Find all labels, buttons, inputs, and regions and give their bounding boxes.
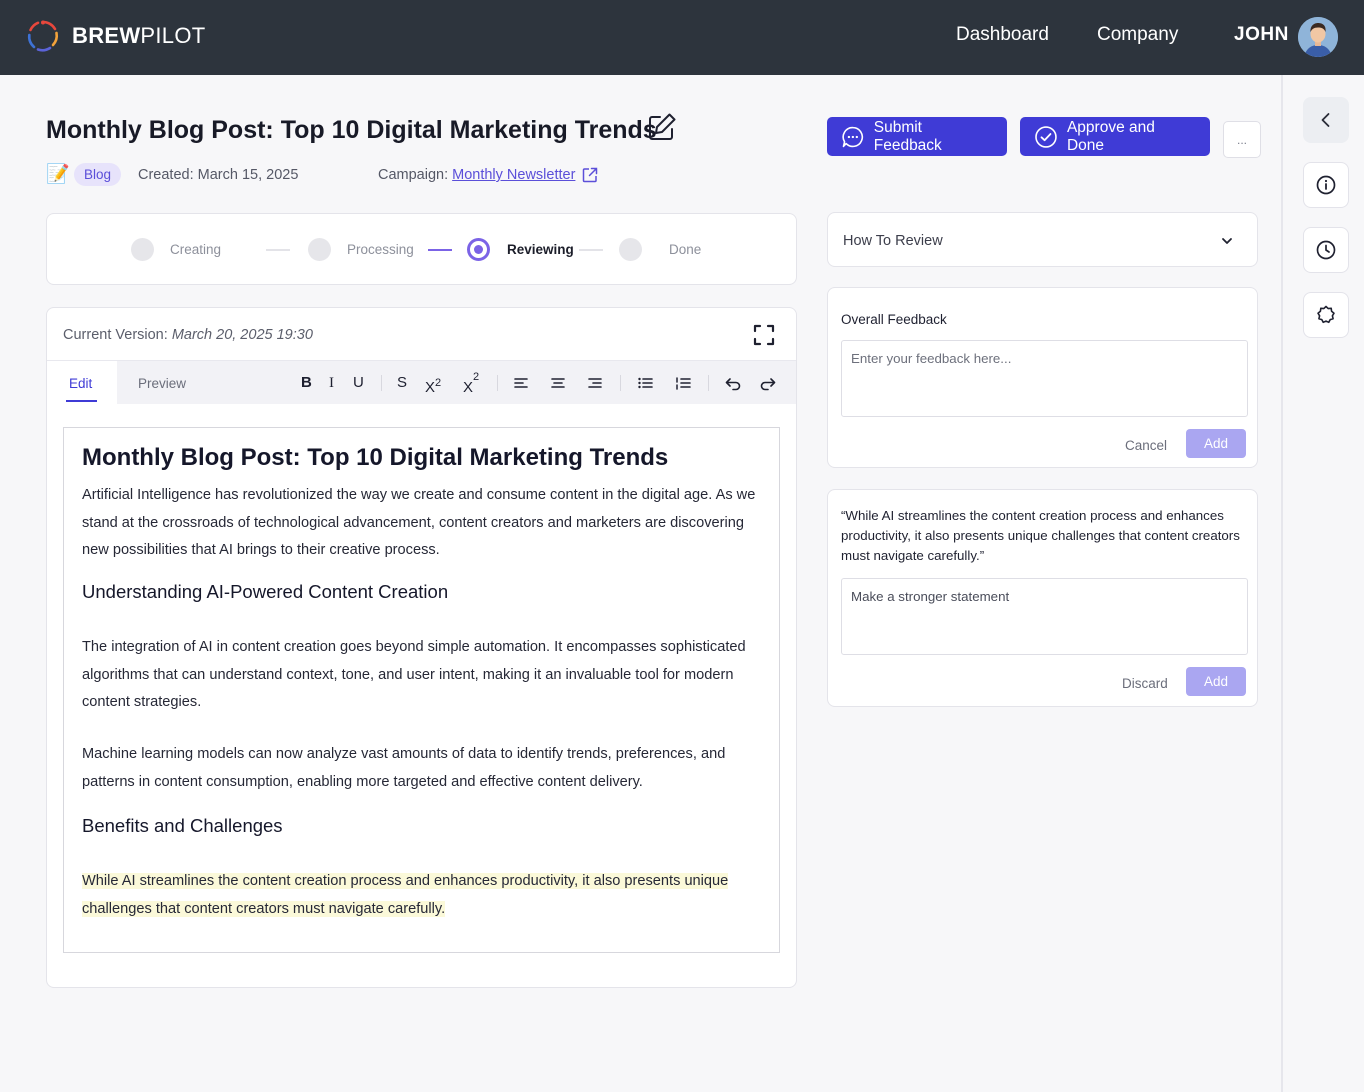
- toolbar-divider: [620, 375, 621, 391]
- active-tab-indicator: [66, 400, 97, 402]
- step-reviewing-dot: [467, 238, 490, 261]
- page-title: Monthly Blog Post: Top 10 Digital Market…: [46, 116, 657, 144]
- overall-feedback-label: Overall Feedback: [841, 312, 947, 327]
- settings-button[interactable]: [1303, 292, 1349, 338]
- document-subheading: Understanding AI-Powered Content Creatio…: [82, 581, 449, 602]
- nav-dashboard[interactable]: Dashboard: [956, 24, 1049, 46]
- document-editor-area[interactable]: Monthly Blog Post: Top 10 Digital Market…: [63, 427, 780, 953]
- more-actions-button[interactable]: ...: [1223, 121, 1261, 158]
- commented-text-highlight[interactable]: While AI streamlines the content creatio…: [82, 873, 729, 917]
- bullet-list-icon[interactable]: [636, 374, 654, 392]
- align-left-icon[interactable]: [512, 374, 530, 392]
- workflow-stepper: Creating Processing Reviewing Done: [46, 213, 797, 285]
- comment-input[interactable]: Make a stronger statement: [841, 578, 1248, 655]
- external-link-icon[interactable]: [581, 166, 599, 184]
- nav-company[interactable]: Company: [1097, 24, 1178, 46]
- edit-title-icon[interactable]: [646, 111, 678, 143]
- inline-comment-card: “While AI streamlines the content creati…: [827, 489, 1258, 707]
- superscript-button[interactable]: X2: [425, 373, 441, 398]
- top-bar: BREWPILOT Dashboard Company JOHN: [0, 0, 1364, 75]
- chevron-left-icon: [1321, 113, 1330, 127]
- clock-icon: [1316, 240, 1336, 260]
- fullscreen-icon[interactable]: [752, 323, 776, 347]
- campaign-info: Campaign: Monthly Newsletter: [378, 166, 599, 184]
- tab-edit[interactable]: Edit: [47, 361, 117, 405]
- version-timestamp: March 20, 2025 19:30: [171, 327, 313, 343]
- submit-feedback-label: Submit Feedback: [873, 118, 942, 154]
- info-button[interactable]: [1303, 162, 1349, 208]
- chat-bubble-icon: [842, 126, 864, 147]
- content-editor: Current Version: March 20, 2025 19:30 Ed…: [46, 307, 797, 988]
- document-paragraph: The integration of AI in content creatio…: [82, 639, 746, 710]
- step-creating-label: Creating: [170, 242, 222, 257]
- check-circle-icon: [1035, 125, 1057, 148]
- submit-feedback-button[interactable]: Submit Feedback: [827, 117, 1007, 156]
- add-feedback-button[interactable]: Add: [1186, 429, 1246, 458]
- step-connector-active: [428, 249, 452, 251]
- user-avatar[interactable]: [1298, 17, 1338, 57]
- cancel-button[interactable]: Cancel: [1125, 438, 1167, 453]
- step-connector: [579, 249, 603, 251]
- campaign-link[interactable]: Monthly Newsletter: [452, 167, 575, 183]
- step-reviewing-label: Reviewing: [507, 242, 574, 257]
- subscript-button[interactable]: X2: [463, 371, 479, 398]
- step-connector: [266, 249, 290, 251]
- avatar-icon: [1298, 17, 1338, 57]
- document-subheading: Benefits and Challenges: [82, 815, 283, 836]
- history-button[interactable]: [1303, 227, 1349, 273]
- toolbar-divider: [497, 375, 498, 391]
- how-to-review-accordion[interactable]: How To Review: [827, 212, 1258, 267]
- align-center-icon[interactable]: [549, 374, 567, 392]
- chevron-down-icon: [1222, 238, 1232, 244]
- user-name[interactable]: JOHN: [1234, 24, 1289, 46]
- approve-and-done-label: Approve and Done: [1066, 118, 1155, 154]
- brewpilot-logo-icon: [27, 20, 59, 52]
- align-right-icon[interactable]: [586, 374, 604, 392]
- toolbar-divider: [708, 375, 709, 391]
- document-paragraph: Machine learning models can now analyze …: [82, 746, 726, 790]
- underline-button[interactable]: U: [353, 373, 364, 393]
- highlighted-paragraph[interactable]: While AI streamlines the content creatio…: [82, 868, 762, 923]
- current-version: Current Version: March 20, 2025 19:30: [63, 327, 313, 343]
- redo-icon[interactable]: [759, 374, 777, 392]
- brand-logo[interactable]: BREWPILOT: [26, 19, 206, 53]
- collapse-panel-button[interactable]: [1303, 97, 1349, 143]
- created-date: Created: March 15, 2025: [138, 167, 299, 183]
- add-comment-button[interactable]: Add: [1186, 667, 1246, 696]
- step-creating-dot: [131, 238, 154, 261]
- step-processing-label: Processing: [347, 242, 414, 257]
- content-type-badge: Blog: [74, 163, 122, 186]
- discard-button[interactable]: Discard: [1122, 676, 1168, 691]
- editor-toolbar: Edit Preview B I U S X2 X2: [47, 360, 796, 405]
- tab-edit-label: Edit: [69, 376, 93, 391]
- tab-preview[interactable]: Preview: [138, 376, 186, 391]
- step-done-label: Done: [669, 242, 702, 257]
- approve-and-done-button[interactable]: Approve and Done: [1020, 117, 1210, 156]
- quoted-text: “While AI streamlines the content creati…: [841, 508, 1240, 563]
- step-processing-dot: [308, 238, 331, 261]
- memo-icon: 📝: [46, 163, 70, 185]
- overall-feedback-card: Overall Feedback Enter your feedback her…: [827, 287, 1258, 468]
- document-heading: Monthly Blog Post: Top 10 Digital Market…: [82, 444, 669, 471]
- overall-feedback-input[interactable]: Enter your feedback here...: [841, 340, 1248, 417]
- how-to-review-label: How To Review: [843, 233, 943, 249]
- gear-icon: [1317, 305, 1335, 324]
- step-done-dot: [619, 238, 642, 261]
- undo-icon[interactable]: [724, 374, 742, 392]
- strikethrough-button[interactable]: S: [397, 373, 407, 393]
- toolbar-divider: [381, 375, 382, 391]
- brand-name: BREWPILOT: [72, 23, 206, 48]
- italic-button[interactable]: I: [329, 373, 334, 393]
- numbered-list-icon[interactable]: [674, 374, 692, 392]
- info-icon: [1316, 175, 1336, 195]
- bold-button[interactable]: B: [301, 373, 312, 393]
- campaign-label: Campaign:: [378, 167, 449, 183]
- post-meta: 📝 Blog: [46, 163, 122, 186]
- right-rail: [1281, 75, 1364, 1092]
- document-paragraph: Artificial Intelligence has revolutioniz…: [82, 487, 756, 558]
